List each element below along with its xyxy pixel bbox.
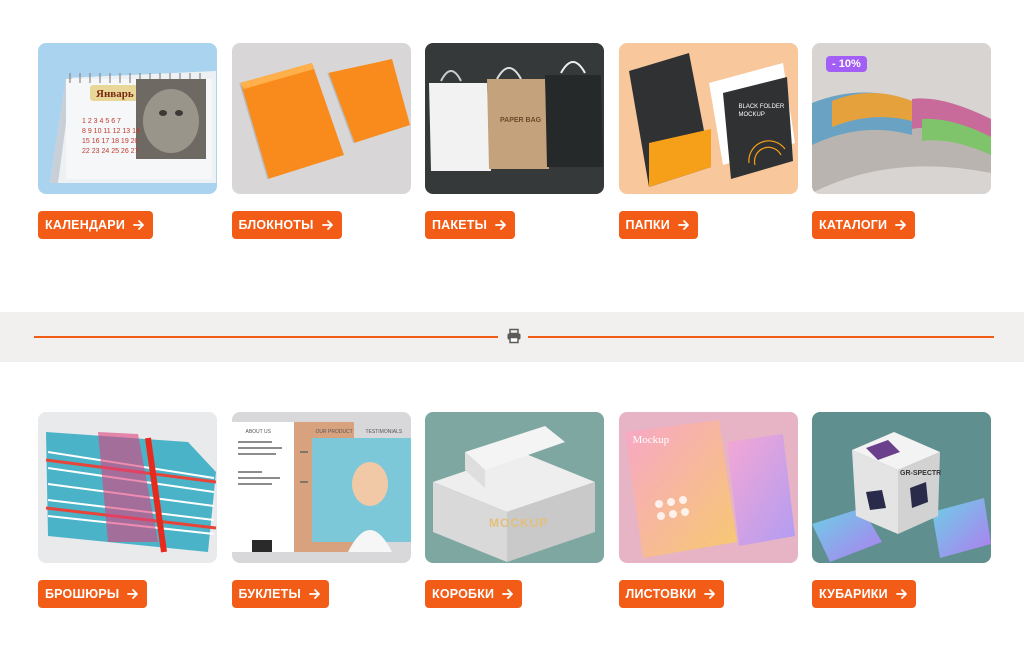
catalogs-image[interactable]: - 10% xyxy=(812,43,991,194)
arrow-right-icon xyxy=(704,589,716,599)
svg-text:8 9 10 11 12 13 14: 8 9 10 11 12 13 14 xyxy=(82,128,140,135)
category-row-top: 1 2 3 4 5 6 7 8 9 10 11 12 13 14 15 16 1… xyxy=(38,43,991,239)
booklet-testimonials-label: TESTIMONIALS xyxy=(365,429,403,435)
booklets-image[interactable]: ABOUT US OUR PRODUCT TESTIMONIALS xyxy=(231,412,411,563)
calendars-button-label: КАЛЕНДАРИ xyxy=(45,218,125,232)
brochures-image[interactable] xyxy=(38,412,217,563)
discount-badge: - 10% xyxy=(826,56,867,72)
bag-label: PAPER BAG xyxy=(500,117,542,124)
divider-line-left xyxy=(34,336,498,338)
svg-text:15 16 17 18 19 20: 15 16 17 18 19 20 xyxy=(82,138,139,145)
printer-icon xyxy=(507,328,521,344)
calendar-month-label: Январь xyxy=(96,88,134,100)
bags-button-label: ПАКЕТЫ xyxy=(432,218,488,232)
boxes-button[interactable]: КОРОБКИ xyxy=(425,580,523,608)
divider-line-right xyxy=(528,336,994,338)
brochures-button-label: БРОШЮРЫ xyxy=(45,587,120,601)
arrow-right-icon xyxy=(495,220,506,230)
booklet-about-label: ABOUT US xyxy=(245,429,271,435)
category-card-booklets[interactable]: ABOUT US OUR PRODUCT TESTIMONIALS БУКЛЕТ… xyxy=(231,412,411,608)
catalogs-button[interactable]: КАТАЛОГИ xyxy=(812,211,916,239)
booklets-button[interactable]: БУКЛЕТЫ xyxy=(231,580,329,608)
category-row-bottom: БРОШЮРЫ ABOUT US OUR PRODUCT TESTIMONIAL… xyxy=(38,412,991,608)
folders-button[interactable]: ПАПКИ xyxy=(618,211,698,239)
flyers-image[interactable]: Mockup xyxy=(618,412,798,563)
catalogs-button-label: КАТАЛОГИ xyxy=(819,218,888,232)
category-card-cubes[interactable]: GR-SPECTR КУБАРИКИ xyxy=(812,412,991,608)
brochures-button[interactable]: БРОШЮРЫ xyxy=(38,580,148,608)
notebooks-button[interactable]: БЛОКНОТЫ xyxy=(231,211,342,239)
cubes-button-label: КУБАРИКИ xyxy=(819,587,888,601)
calendar-image[interactable]: 1 2 3 4 5 6 7 8 9 10 11 12 13 14 15 16 1… xyxy=(38,43,217,194)
cube-label: GR-SPECTR xyxy=(900,470,942,477)
box-label: MOCKUP xyxy=(489,516,549,530)
flyers-button-label: ЛИСТОВКИ xyxy=(625,587,697,601)
booklet-product-label: OUR PRODUCT xyxy=(315,429,353,435)
svg-text:1 2 3 4 5 6 7: 1 2 3 4 5 6 7 xyxy=(82,118,121,125)
cubes-image[interactable]: GR-SPECTR xyxy=(812,412,991,563)
notebooks-button-label: БЛОКНОТЫ xyxy=(238,218,314,232)
category-card-catalogs[interactable]: - 10% КАТАЛОГИ xyxy=(812,43,991,239)
arrow-right-icon xyxy=(678,220,689,230)
category-card-notebooks[interactable]: БЛОКНОТЫ xyxy=(231,43,411,239)
cubes-button[interactable]: КУБАРИКИ xyxy=(812,580,916,608)
category-card-flyers[interactable]: Mockup ЛИСТОВКИ xyxy=(618,412,798,608)
category-card-boxes[interactable]: MOCKUP КОРОБКИ xyxy=(425,412,604,608)
boxes-image[interactable]: MOCKUP xyxy=(425,412,604,563)
arrow-right-icon xyxy=(309,589,320,599)
category-card-brochures[interactable]: БРОШЮРЫ xyxy=(38,412,217,608)
category-card-bags[interactable]: PAPER BAG ПАКЕТЫ xyxy=(425,43,604,239)
boxes-button-label: КОРОБКИ xyxy=(432,587,495,601)
arrow-right-icon xyxy=(321,220,333,230)
notebooks-image[interactable] xyxy=(231,43,411,194)
folder-label: BLACK FOLDER MOCKUP xyxy=(738,104,785,118)
category-card-folders[interactable]: BLACK FOLDER MOCKUP ПАПКИ xyxy=(618,43,798,239)
folders-image[interactable]: BLACK FOLDER MOCKUP xyxy=(618,43,798,194)
calendars-button[interactable]: КАЛЕНДАРИ xyxy=(38,211,153,239)
folders-button-label: ПАПКИ xyxy=(625,218,670,232)
bags-button[interactable]: ПАКЕТЫ xyxy=(425,211,516,239)
category-card-calendars[interactable]: 1 2 3 4 5 6 7 8 9 10 11 12 13 14 15 16 1… xyxy=(38,43,217,239)
arrow-right-icon xyxy=(502,589,514,599)
svg-text:22 23 24 25 26 27: 22 23 24 25 26 27 xyxy=(82,148,139,155)
arrow-right-icon xyxy=(133,220,144,230)
flyer-label: Mockup xyxy=(632,434,670,446)
flyers-button[interactable]: ЛИСТОВКИ xyxy=(618,580,725,608)
arrow-right-icon xyxy=(127,589,139,599)
arrow-right-icon xyxy=(895,589,907,599)
bags-image[interactable]: PAPER BAG xyxy=(425,43,604,194)
arrow-right-icon xyxy=(895,220,907,230)
booklets-button-label: БУКЛЕТЫ xyxy=(238,587,301,601)
